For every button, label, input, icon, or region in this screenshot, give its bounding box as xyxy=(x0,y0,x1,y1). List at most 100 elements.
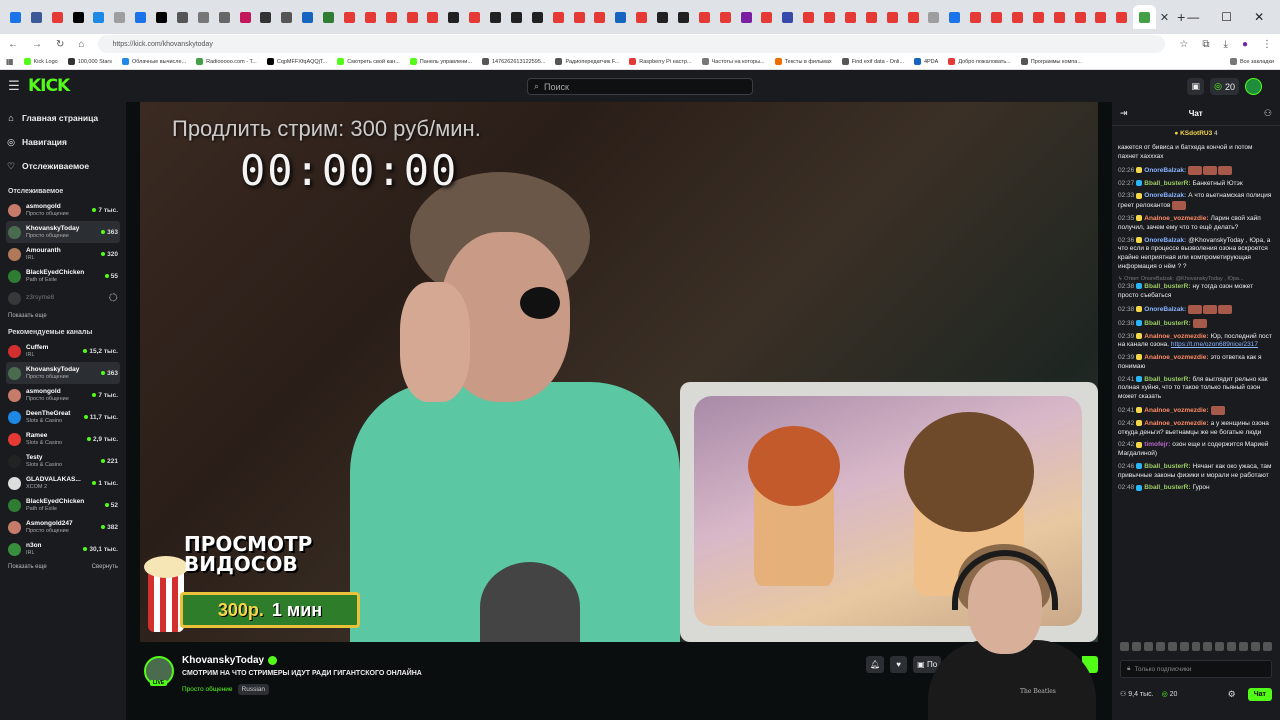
chat-username[interactable]: OnoreBalzak: xyxy=(1144,167,1186,174)
maximize-icon[interactable]: ☐ xyxy=(1221,10,1232,24)
quick-emote-icon[interactable] xyxy=(1203,642,1213,651)
close-window-icon[interactable]: ✕ xyxy=(1254,10,1264,24)
chat-link[interactable]: https://t.me/ozon689nice/2317 xyxy=(1171,341,1258,348)
bookmark-item[interactable]: Программы компа... xyxy=(1020,58,1082,65)
sidebar-nav-item[interactable]: ◎ Навигация xyxy=(6,130,120,154)
chat-username[interactable]: Bball_busterR: xyxy=(1144,283,1190,290)
pinned-user[interactable]: KSdotRU3 xyxy=(1180,130,1212,137)
bookmark-item[interactable]: Find exif data - Onli... xyxy=(841,58,904,65)
sidebar-channel[interactable]: z3rsyme8 ◌ xyxy=(6,287,120,309)
browser-tab[interactable] xyxy=(611,5,630,29)
quick-emote-icon[interactable] xyxy=(1131,642,1141,651)
quick-emote-icon[interactable] xyxy=(1191,642,1201,651)
browser-tab[interactable] xyxy=(1112,5,1131,29)
hamburger-menu-icon[interactable]: ☰ xyxy=(0,78,28,94)
show-more-recommended-button[interactable]: Показать еще xyxy=(8,564,47,570)
browser-tab[interactable] xyxy=(215,5,234,29)
theater-mode-button[interactable]: ▣ xyxy=(1187,78,1205,95)
browser-tab[interactable] xyxy=(236,5,255,29)
browser-tab[interactable] xyxy=(570,5,589,29)
browser-tab[interactable] xyxy=(549,5,568,29)
chat-username[interactable]: timofejr: xyxy=(1144,441,1170,448)
browser-tab[interactable] xyxy=(110,5,129,29)
browser-tab[interactable] xyxy=(340,5,359,29)
sidebar-nav-item[interactable]: ⌂ Главная страница xyxy=(6,106,120,130)
browser-tab[interactable] xyxy=(1029,5,1048,29)
chat-username[interactable]: Analnoe_vozmezdie: xyxy=(1144,354,1208,361)
browser-tab[interactable] xyxy=(841,5,860,29)
browser-tab[interactable] xyxy=(653,5,672,29)
chat-points[interactable]: ◎ 20 xyxy=(1162,690,1178,698)
chat-username[interactable]: Bball_busterR: xyxy=(1144,320,1190,327)
sidebar-channel[interactable]: BlackEyedChicken Path of Exile 55 xyxy=(6,265,120,287)
extensions-icon[interactable]: ⧉ xyxy=(1202,39,1209,50)
quick-emote-icon[interactable] xyxy=(1263,642,1272,651)
browser-tab[interactable] xyxy=(1133,5,1156,29)
bookmark-item[interactable]: Radiooooo.com - T... xyxy=(196,58,257,65)
browser-tab[interactable] xyxy=(758,5,777,29)
quick-emote-icon[interactable] xyxy=(1215,642,1225,651)
browser-tab[interactable] xyxy=(90,5,109,29)
browser-tab[interactable] xyxy=(152,5,171,29)
bookmark-item[interactable]: Все закладки xyxy=(1229,58,1274,65)
browser-tab[interactable] xyxy=(862,5,881,29)
browser-tab[interactable] xyxy=(319,5,338,29)
browser-tab[interactable] xyxy=(173,5,192,29)
browser-tab[interactable] xyxy=(799,5,818,29)
browser-tab[interactable] xyxy=(778,5,797,29)
chat-input[interactable]: 🔒︎ Только подписчики xyxy=(1120,660,1272,678)
browser-tab[interactable] xyxy=(528,5,547,29)
sidebar-channel[interactable]: GLADVALAKAS... XCOM 2 1 тыс. xyxy=(6,472,120,494)
chat-users-icon[interactable]: ⚇ xyxy=(1264,108,1272,119)
stream-language-tag[interactable]: Russian xyxy=(237,684,270,695)
browser-tab[interactable] xyxy=(507,5,526,29)
quick-emote-icon[interactable] xyxy=(1179,642,1189,651)
chat-username[interactable]: Analnoe_vozmezdie: xyxy=(1144,420,1208,427)
chat-username[interactable]: OnoreBalzak: xyxy=(1144,306,1186,313)
stream-category[interactable]: Просто общение xyxy=(182,686,233,693)
browser-tab[interactable] xyxy=(486,5,505,29)
sidebar-channel[interactable]: KhovanskyToday Просто общение 363 xyxy=(6,221,120,243)
tab-close-icon[interactable]: ✕ xyxy=(1160,11,1169,24)
notification-bell-icon[interactable]: 🔔︎ xyxy=(866,656,885,673)
browser-tab[interactable] xyxy=(925,5,944,29)
browser-tab[interactable] xyxy=(591,5,610,29)
bookmark-item[interactable]: Панель управлени... xyxy=(409,58,472,65)
url-input[interactable]: https://kick.com/khovanskytoday xyxy=(98,35,1166,53)
quick-emote-icon[interactable] xyxy=(1143,642,1153,651)
chat-username[interactable]: OnoreBalzak: xyxy=(1144,192,1186,199)
sidebar-nav-item[interactable]: ♡ Отслеживаемое xyxy=(6,154,120,178)
bookmark-item[interactable]: Добро пожаловать... xyxy=(948,58,1011,65)
sidebar-channel[interactable]: DeenTheGreat Slots & Casino 11,7 тыс. xyxy=(6,406,120,428)
browser-tab[interactable] xyxy=(820,5,839,29)
sidebar-channel[interactable]: asmongold Просто общение 7 тыс. xyxy=(6,384,120,406)
bookmark-item[interactable]: CqpMFFXfqAQQjT... xyxy=(266,58,327,65)
bookmark-item[interactable]: Радиопередатчик F... xyxy=(555,58,619,65)
forward-icon[interactable]: → xyxy=(32,39,42,50)
home-browser-icon[interactable]: ⌂ xyxy=(78,39,84,50)
browser-tab[interactable] xyxy=(6,5,25,29)
browser-tab[interactable] xyxy=(1071,5,1090,29)
bookmark-item[interactable]: Kick Logo xyxy=(23,58,58,65)
browser-tab[interactable] xyxy=(465,5,484,29)
back-icon[interactable]: ← xyxy=(8,39,18,50)
user-avatar[interactable] xyxy=(1245,78,1262,95)
apps-icon[interactable]: ▦ xyxy=(6,57,14,66)
browser-tab[interactable] xyxy=(1050,5,1069,29)
chat-username[interactable]: Bball_busterR: xyxy=(1144,484,1190,491)
kick-logo[interactable]: KICK xyxy=(28,76,70,96)
browser-tab[interactable] xyxy=(298,5,317,29)
browser-tab[interactable] xyxy=(194,5,213,29)
browser-tab[interactable] xyxy=(48,5,67,29)
bookmark-item[interactable]: 1476262613122595... xyxy=(481,58,545,65)
menu-icon[interactable]: ⋮ xyxy=(1262,39,1272,50)
quick-emote-icon[interactable] xyxy=(1227,642,1237,651)
bookmark-star-icon[interactable]: ☆ xyxy=(1179,39,1188,50)
collapse-button[interactable]: Свернуть xyxy=(92,564,118,570)
browser-tab[interactable] xyxy=(695,5,714,29)
sidebar-channel[interactable]: Asmongold247 Просто общение 382 xyxy=(6,516,120,538)
sidebar-channel[interactable]: asmongold Просто общение 7 тыс. xyxy=(6,199,120,221)
downloads-icon[interactable]: ⤓ xyxy=(1224,39,1228,50)
browser-tab[interactable] xyxy=(361,5,380,29)
browser-tab[interactable] xyxy=(945,5,964,29)
